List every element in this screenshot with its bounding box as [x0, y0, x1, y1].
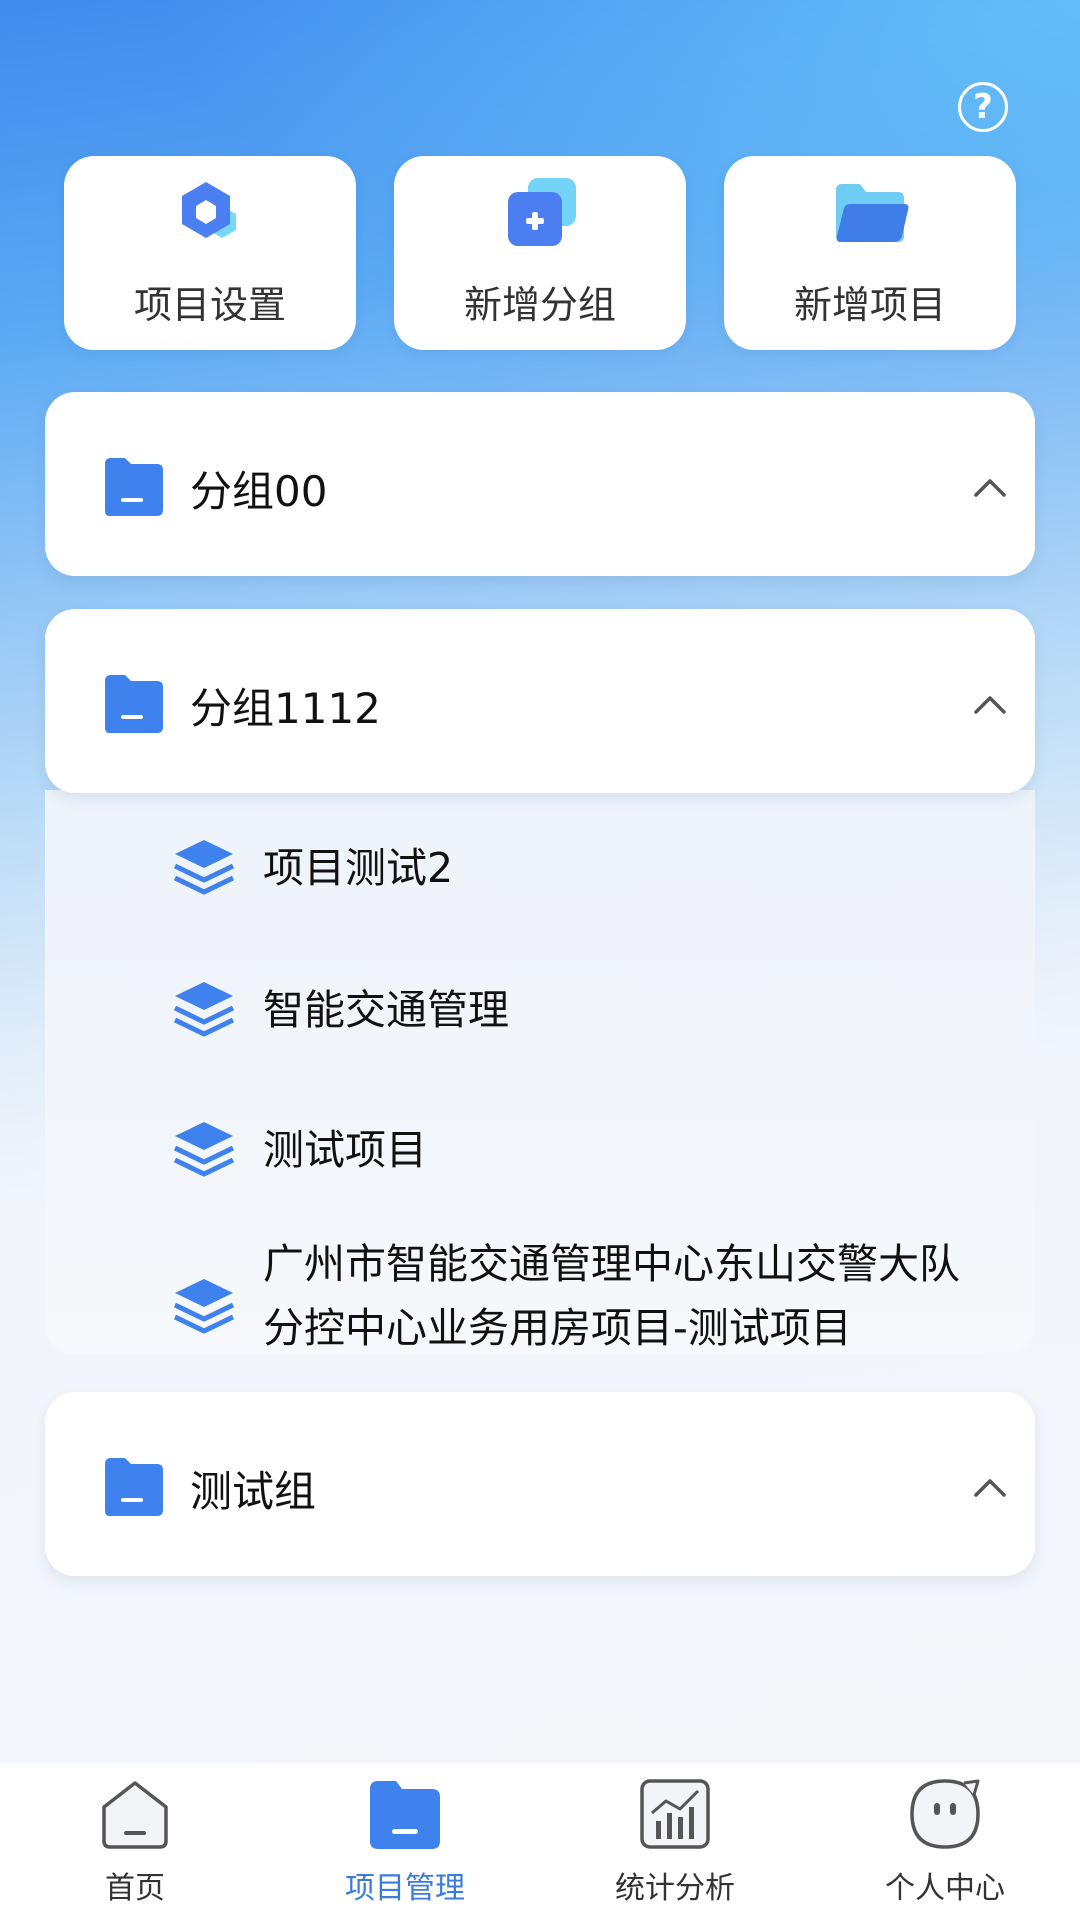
chart-icon [640, 1779, 710, 1849]
project-settings-button[interactable]: 项目设置 [64, 156, 356, 350]
layers-icon [173, 982, 235, 1037]
folder-icon [370, 1781, 440, 1849]
tab-home[interactable]: 首页 [0, 1763, 270, 1920]
tab-profile[interactable]: 个人中心 [810, 1763, 1080, 1920]
project-name: 测试项目 [263, 1126, 427, 1174]
group-name: 测试组 [190, 1467, 317, 1516]
project-item[interactable]: 项目测试2 [45, 830, 1035, 910]
add-group-icon [508, 178, 576, 246]
tab-label: 统计分析 [615, 1871, 735, 1906]
add-project-button[interactable]: 新增项目 [724, 156, 1016, 350]
bottom-tab-bar: 首页 项目管理 统计分析 个人中心 [0, 1763, 1080, 1920]
chevron-up-icon[interactable] [970, 1467, 1010, 1507]
home-icon [102, 1781, 168, 1849]
group-card[interactable]: 测试组 [45, 1392, 1035, 1576]
group-project-list: 项目测试2 智能交通管理 测试项目 广州市智能交通管理中心东山交警大队分控中心业… [45, 790, 1035, 1355]
folder-add-icon [836, 184, 909, 242]
project-name: 智能交通管理 [263, 986, 509, 1034]
layers-icon [173, 840, 235, 895]
add-group-button[interactable]: 新增分组 [394, 156, 686, 350]
folder-icon [105, 675, 163, 733]
group-header[interactable]: 测试组 [45, 1392, 1035, 1576]
project-settings-label: 项目设置 [133, 283, 286, 327]
project-item[interactable]: 智能交通管理 [45, 970, 1035, 1050]
tab-label: 首页 [105, 1871, 165, 1906]
chevron-up-icon[interactable] [970, 684, 1010, 724]
group-header[interactable]: 分组1112 [45, 609, 1035, 793]
project-name: 广州市智能交通管理中心东山交警大队分控中心业务用房项目-测试项目 [263, 1240, 960, 1352]
folder-icon [105, 458, 163, 516]
layers-icon [173, 1279, 235, 1334]
folder-icon [105, 1458, 163, 1516]
group-name: 分组00 [190, 467, 328, 516]
help-icon[interactable]: ? [958, 82, 1008, 132]
project-item[interactable]: 测试项目 [45, 1110, 1035, 1190]
tab-label: 个人中心 [885, 1871, 1005, 1906]
group-name: 分组1112 [190, 684, 381, 733]
chat-face-icon [910, 1779, 980, 1849]
hexagon-settings-icon [182, 182, 236, 238]
add-project-label: 新增项目 [793, 283, 946, 327]
layers-icon [173, 1122, 235, 1177]
group-header[interactable]: 分组00 [45, 392, 1035, 576]
group-card[interactable]: 分组00 [45, 392, 1035, 576]
add-group-label: 新增分组 [463, 283, 616, 327]
tab-project-management[interactable]: 项目管理 [270, 1763, 540, 1920]
project-item[interactable]: 广州市智能交通管理中心东山交警大队分控中心业务用房项目-测试项目 [45, 1230, 1035, 1360]
chevron-up-icon[interactable] [970, 467, 1010, 507]
project-name: 项目测试2 [263, 844, 454, 892]
tab-label: 项目管理 [345, 1871, 465, 1906]
tab-statistics[interactable]: 统计分析 [540, 1763, 810, 1920]
group-card-expanded[interactable]: 分组1112 [45, 609, 1035, 793]
